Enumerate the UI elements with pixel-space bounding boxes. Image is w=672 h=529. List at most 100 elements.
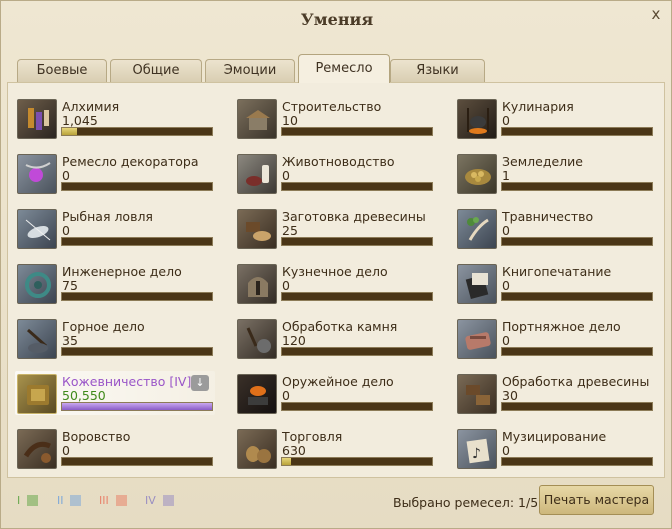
skill-row[interactable]: Ремесло декоратора 0 xyxy=(17,154,217,204)
skill-progress-bar xyxy=(281,292,433,301)
skill-row[interactable]: Торговля 630 xyxy=(237,429,437,479)
skills-window: Умения x Боевые Общие Эмоции Ремесло Язы… xyxy=(0,0,672,529)
skill-row[interactable]: Алхимия 1,045 xyxy=(17,99,217,149)
skill-progress-bar xyxy=(501,127,653,136)
metalwork-icon xyxy=(237,264,277,304)
tier-label: II xyxy=(57,494,64,507)
titlebar: Умения x xyxy=(1,1,672,43)
skill-row[interactable]: Инженерное дело 75 xyxy=(17,264,217,314)
skill-value: 0 xyxy=(62,443,70,458)
skill-row[interactable]: Воровство 0 xyxy=(17,429,217,479)
skill-value: 0 xyxy=(62,168,70,183)
skill-value: 50,550 xyxy=(62,388,106,403)
skill-progress-bar xyxy=(501,182,653,191)
skill-name: Заготовка древесины xyxy=(282,209,426,224)
handicrafts-icon xyxy=(17,154,57,194)
skill-name: Книгопечатание xyxy=(502,264,612,279)
skill-progress-bar xyxy=(281,457,433,466)
skill-progress-bar xyxy=(281,402,433,411)
tab-combat[interactable]: Боевые xyxy=(17,59,107,82)
herbalism-icon xyxy=(457,209,497,249)
skill-row[interactable]: Травничество 0 xyxy=(457,209,657,259)
skill-row[interactable]: Земледелие 1 xyxy=(457,154,657,204)
skill-name: Земледелие xyxy=(502,154,583,169)
tier-swatch xyxy=(70,495,81,506)
skill-progress-bar xyxy=(281,127,433,136)
skill-value: 0 xyxy=(282,278,290,293)
skill-name: Алхимия xyxy=(62,99,120,114)
skill-name: Музицирование xyxy=(502,429,607,444)
skill-progress-bar xyxy=(61,182,213,191)
tab-general[interactable]: Общие xyxy=(110,59,202,82)
tier-swatch xyxy=(116,495,127,506)
window-title: Умения xyxy=(300,10,374,29)
selected-crafts-count: Выбрано ремесел: 1/5 xyxy=(393,495,539,510)
skill-value: 35 xyxy=(62,333,78,348)
skill-name: Портняжное дело xyxy=(502,319,621,334)
skill-name: Воровство xyxy=(62,429,131,444)
skill-value: 120 xyxy=(282,333,306,348)
mining-icon xyxy=(17,319,57,359)
skill-progress-bar xyxy=(501,402,653,411)
skill-progress-fill xyxy=(62,403,212,410)
skill-row[interactable]: Обработка древесины 30 xyxy=(457,374,657,424)
skill-row[interactable]: Оружейное дело 0 xyxy=(237,374,437,424)
tab-emotes[interactable]: Эмоции xyxy=(205,59,295,82)
skill-row[interactable]: ♪ Музицирование 0 xyxy=(457,429,657,479)
skill-row[interactable]: Обработка камня 120 xyxy=(237,319,437,369)
download-icon[interactable]: ↓ xyxy=(191,375,209,391)
tier-label: III xyxy=(99,494,109,507)
skill-value: 0 xyxy=(282,168,290,183)
print-master-button[interactable]: Печать мастера xyxy=(539,485,654,515)
skill-row[interactable]: Горное дело 35 xyxy=(17,319,217,369)
tier-label: IV xyxy=(145,494,156,507)
skill-row[interactable]: Строительство 10 xyxy=(237,99,437,149)
tailoring-icon xyxy=(457,319,497,359)
construction-icon xyxy=(237,99,277,139)
skill-name: Обработка древесины xyxy=(502,374,650,389)
skill-value: 1 xyxy=(502,168,510,183)
skill-name: Горное дело xyxy=(62,319,145,334)
printing-icon xyxy=(457,264,497,304)
skill-progress-bar xyxy=(281,182,433,191)
skill-name: Оружейное дело xyxy=(282,374,394,389)
skill-value: 0 xyxy=(502,278,510,293)
skill-name: Ремесло декоратора xyxy=(62,154,199,169)
skill-progress-bar xyxy=(61,127,213,136)
skill-row[interactable]: Заготовка древесины 25 xyxy=(237,209,437,259)
skill-row[interactable]: Животноводство 0 xyxy=(237,154,437,204)
masonry-icon xyxy=(237,319,277,359)
tab-languages[interactable]: Языки xyxy=(390,59,485,82)
leatherwork-icon xyxy=(17,374,57,414)
logging-icon xyxy=(237,209,277,249)
skill-name: Рыбная ловля xyxy=(62,209,153,224)
skill-row[interactable]: Рыбная ловля 0 xyxy=(17,209,217,259)
skill-progress-fill xyxy=(282,458,291,465)
skill-value: 0 xyxy=(502,443,510,458)
skill-value: 630 xyxy=(282,443,306,458)
skill-value: 0 xyxy=(502,333,510,348)
skill-value: 0 xyxy=(62,223,70,238)
close-icon[interactable]: x xyxy=(647,5,665,23)
tab-crafting[interactable]: Ремесло xyxy=(298,54,390,83)
skill-value: 10 xyxy=(282,113,298,128)
skill-progress-bar xyxy=(501,237,653,246)
composition-icon: ♪ xyxy=(457,429,497,469)
farming-icon xyxy=(457,154,497,194)
skill-progress-bar xyxy=(61,237,213,246)
weaponry-icon xyxy=(237,374,277,414)
skill-name: Травничество xyxy=(502,209,594,224)
svg-text:♪: ♪ xyxy=(472,446,481,462)
skill-value: 30 xyxy=(502,388,518,403)
skill-name: Кулинария xyxy=(502,99,574,114)
skill-row-selected[interactable]: Кожевничество [IV] 50,550 ↓ xyxy=(15,371,217,424)
skill-progress-bar xyxy=(501,292,653,301)
skill-row[interactable]: Книгопечатание 0 xyxy=(457,264,657,314)
skill-row[interactable]: Кулинария 0 xyxy=(457,99,657,149)
skill-name: Инженерное дело xyxy=(62,264,182,279)
skill-progress-bar xyxy=(501,457,653,466)
skill-row[interactable]: Портняжное дело 0 xyxy=(457,319,657,369)
skill-row[interactable]: Кузнечное дело 0 xyxy=(237,264,437,314)
tier-label: I xyxy=(17,494,21,507)
skill-progress-fill xyxy=(62,128,77,135)
